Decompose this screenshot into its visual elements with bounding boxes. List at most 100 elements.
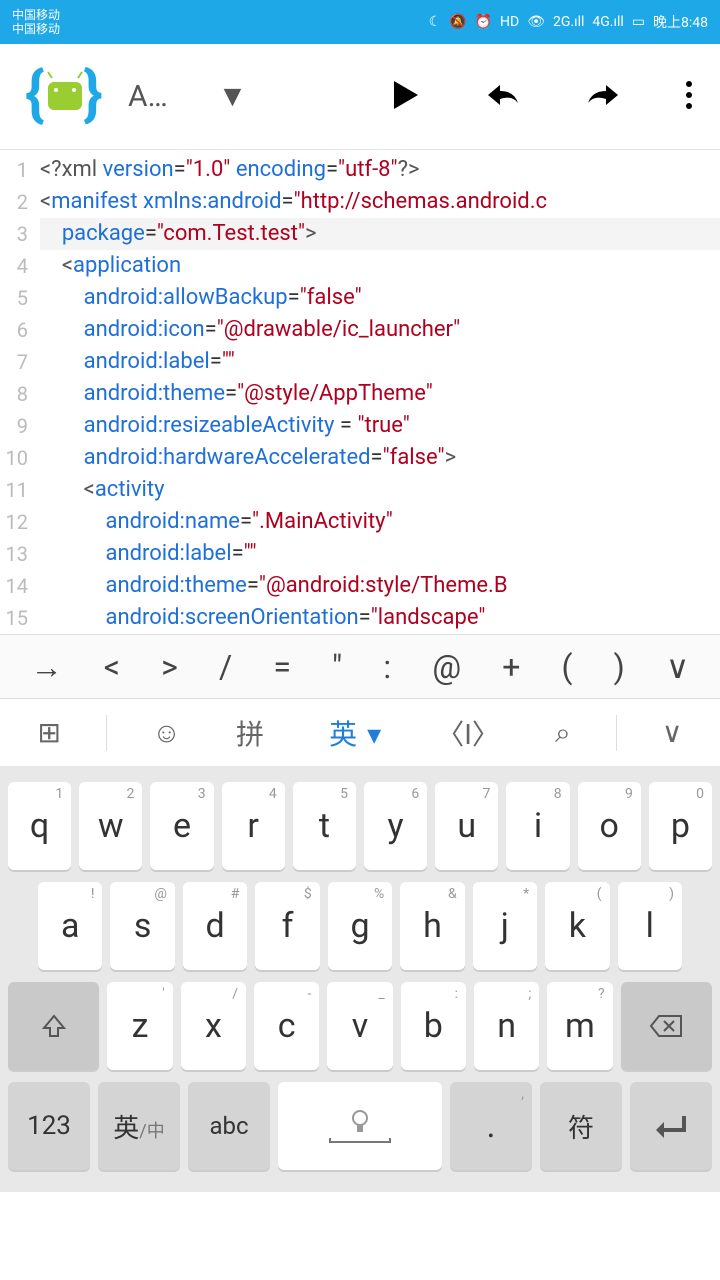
moon-icon: ☾ [429,14,442,30]
ime-separator [616,715,617,751]
dropdown-arrow-icon: ▼ [218,79,248,114]
app-logo-icon[interactable]: { } [20,62,110,132]
ime-emoji-button[interactable]: ☺ [142,710,191,755]
key-r[interactable]: 4r [222,782,285,870]
code-line[interactable]: <activity [40,474,720,506]
code-line[interactable]: android:screenOrientation="landscape" [40,602,720,634]
code-line[interactable]: android:label="" [40,346,720,378]
space-key[interactable] [278,1082,442,1170]
status-bar: 中国移动 中国移动 ☾ 🔕 ⏰ HD 👁 2G.ıll 4G.ıll ▭ 晚上8… [0,0,720,44]
symbol-key[interactable]: = [265,644,299,690]
key-u[interactable]: 7u [435,782,498,870]
soft-keyboard: 1q2w3e4r5t6y7u8i9o0p !a@s#d$f%g&h*j(k)l … [0,766,720,1192]
code-line[interactable]: android:resizeableActivity = "true" [40,410,720,442]
ime-pinyin-button[interactable]: 拼 [226,707,274,759]
code-line[interactable]: package="com.Test.test"> [40,218,720,250]
symbol-key[interactable]: " [324,644,350,690]
key-t[interactable]: 5t [293,782,356,870]
mute-icon: 🔕 [449,14,466,30]
carrier-2: 中国移动 [12,22,60,36]
key-b[interactable]: :b [401,982,466,1070]
lang-key[interactable]: 英/中 [98,1082,180,1170]
redo-button[interactable] [578,75,628,119]
key-k[interactable]: (k [545,882,609,970]
code-line[interactable]: <?xml version="1.0" encoding="utf-8"?> [40,154,720,186]
code-line[interactable]: <manifest xmlns:android="http://schemas.… [40,186,720,218]
key-q[interactable]: 1q [8,782,71,870]
signal-2g-icon: 2G.ıll [553,14,584,30]
symbol-key[interactable]: → [23,644,71,690]
key-l[interactable]: )l [618,882,682,970]
shift-key[interactable] [8,982,99,1070]
symbol-key[interactable]: 符 [540,1082,622,1170]
code-line[interactable]: android:name=".MainActivity" [40,506,720,538]
symbol-key[interactable]: ) [606,644,633,690]
file-dropdown[interactable]: A… ▼ [128,79,384,114]
period-key[interactable]: ,. [450,1082,532,1170]
alarm-icon: ⏰ [475,14,492,30]
key-i[interactable]: 8i [506,782,569,870]
key-h[interactable]: &h [400,882,464,970]
ime-grid-icon[interactable]: ⊞ [28,710,71,755]
ime-toolbar: ⊞ ☺ 拼 英▾ 〈I〉 ⌕ ∨ [0,698,720,766]
code-body[interactable]: <?xml version="1.0" encoding="utf-8"?><m… [36,150,720,634]
overflow-menu-button[interactable] [678,73,700,121]
symbol-key[interactable]: : [375,644,399,690]
symbol-toolbar: → < > / = ": @ + () ∨ [0,634,720,698]
key-d[interactable]: #d [183,882,247,970]
key-e[interactable]: 3e [150,782,213,870]
run-button[interactable] [384,73,428,121]
code-editor[interactable]: 123456789101112131415 <?xml version="1.0… [0,150,720,634]
key-j[interactable]: *j [473,882,537,970]
key-n[interactable]: ;n [474,982,539,1070]
backspace-key[interactable] [621,982,712,1070]
code-line[interactable]: android:allowBackup="false" [40,282,720,314]
key-a[interactable]: !a [38,882,102,970]
symbol-key[interactable]: ∨ [658,644,697,690]
app-toolbar: { } A… ▼ [0,44,720,150]
line-gutter: 123456789101112131415 [0,150,36,634]
symbol-key[interactable]: / [211,644,240,690]
key-c[interactable]: -c [254,982,319,1070]
key-v[interactable]: _v [327,982,392,1070]
status-icons: ☾ 🔕 ⏰ HD 👁 2G.ıll 4G.ıll ▭ 晚上8:48 [429,12,708,32]
key-x[interactable]: /x [181,982,246,1070]
undo-button[interactable] [478,75,528,119]
key-f[interactable]: $f [255,882,319,970]
hd-icon: HD [500,14,519,30]
key-s[interactable]: @s [110,882,174,970]
key-o[interactable]: 9o [578,782,641,870]
signal-4g-icon: 4G.ıll [592,14,623,30]
code-line[interactable]: android:label="" [40,538,720,570]
svg-text:{: { [25,62,45,129]
ime-english-button[interactable]: 英▾ [309,707,391,759]
svg-text:}: } [83,62,103,129]
eye-icon: 👁 [527,14,545,30]
status-time: 晚上8:48 [653,12,708,32]
key-g[interactable]: %g [328,882,392,970]
file-label: A… [128,79,168,114]
code-line[interactable]: android:icon="@drawable/ic_launcher" [40,314,720,346]
key-w[interactable]: 2w [79,782,142,870]
symbol-key[interactable]: < [96,644,128,690]
symbol-key[interactable]: @ [424,644,469,690]
enter-key[interactable] [630,1082,712,1170]
code-line[interactable]: android:hardwareAccelerated="false"> [40,442,720,474]
symbol-key[interactable]: ( [553,644,580,690]
code-line[interactable]: <application [40,250,720,282]
key-p[interactable]: 0p [649,782,712,870]
symbol-key[interactable]: + [494,644,528,690]
ime-cursor-button[interactable]: 〈I〉 [426,707,510,759]
key-y[interactable]: 6y [364,782,427,870]
numeric-key[interactable]: 123 [8,1082,90,1170]
code-line[interactable]: android:theme="@style/AppTheme" [40,378,720,410]
key-m[interactable]: ?m [547,982,612,1070]
code-line[interactable]: android:theme="@android:style/Theme.B [40,570,720,602]
carrier-1: 中国移动 [12,8,60,22]
symbol-key[interactable]: > [153,644,186,690]
ime-collapse-button[interactable]: ∨ [652,710,693,755]
key-z[interactable]: 'z [107,982,172,1070]
ime-search-button[interactable]: ⌕ [545,710,581,756]
battery-icon: ▭ [632,14,645,30]
abc-key[interactable]: abc [188,1082,270,1170]
